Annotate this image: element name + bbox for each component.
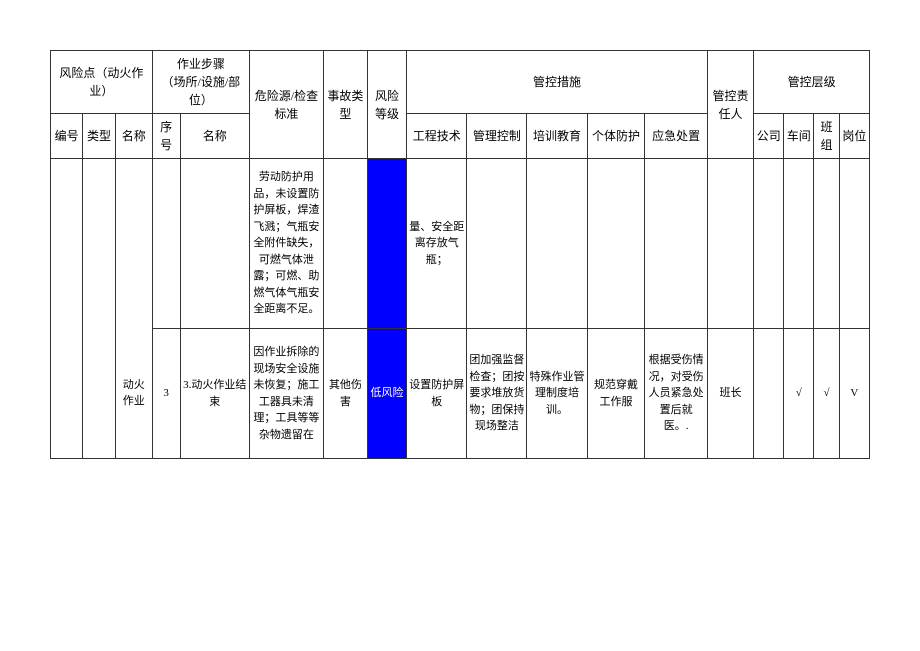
cell-num	[51, 329, 83, 459]
cell-ppe: 规范穿戴工作服	[587, 329, 645, 459]
cell-type	[83, 329, 115, 459]
hdr-company: 公司	[754, 114, 784, 159]
table-row: 动火作业 3 3.动火作业结束 因作业拆除的现场安全设施未恢复；施工工器具未清理…	[51, 329, 870, 459]
cell-seq: 3	[152, 329, 180, 459]
hdr-train: 培训教育	[527, 114, 587, 159]
hdr-num: 编号	[51, 114, 83, 159]
hdr-post: 岗位	[839, 114, 869, 159]
cell-emerg	[645, 159, 708, 329]
hdr-control-measures: 管控措施	[407, 51, 708, 114]
cell-post: V	[839, 329, 869, 459]
hdr-eng: 工程技术	[407, 114, 467, 159]
hdr-risk-level: 风险等级	[367, 51, 406, 159]
table-header: 风险点（动火作业） 作业步骤 （场所/设施/部位） 危险源/检查标准 事故类型 …	[51, 51, 870, 159]
cell-team	[814, 159, 839, 329]
cell-hazard: 劳动防护用品，未设置防护屏板，焊渣飞溅；气瓶安全附件缺失，可燃气体泄露；可燃、助…	[249, 159, 323, 329]
hdr-hazard: 危险源/检查标准	[249, 51, 323, 159]
hdr-step-name: 名称	[180, 114, 249, 159]
cell-team: √	[814, 329, 839, 459]
table-row-partial: 劳动防护用品，未设置防护屏板，焊渣飞溅；气瓶安全附件缺失，可燃气体泄露；可燃、助…	[51, 159, 870, 329]
cell-num	[51, 159, 83, 329]
cell-train	[527, 159, 587, 329]
hdr-workshop: 车间	[784, 114, 814, 159]
cell-hazard: 因作业拆除的现场安全设施未恢复；施工工器具未清理；工具等等杂物遗留在	[249, 329, 323, 459]
hdr-name: 名称	[115, 114, 152, 159]
cell-risk: 低风险	[367, 329, 406, 459]
hdr-work-steps: 作业步骤 （场所/设施/部位）	[152, 51, 249, 114]
cell-emerg: 根据受伤情况，对受伤人员紧急处置后就医。.	[645, 329, 708, 459]
cell-risk	[367, 159, 406, 329]
cell-seq	[152, 159, 180, 329]
cell-step	[180, 159, 249, 329]
cell-train: 特殊作业管理制度培训。	[527, 329, 587, 459]
hdr-seq: 序号	[152, 114, 180, 159]
cell-eng: 量、安全距离存放气瓶；	[407, 159, 467, 329]
cell-post	[839, 159, 869, 329]
cell-step: 3.动火作业结束	[180, 329, 249, 459]
cell-workshop: √	[784, 329, 814, 459]
hdr-type: 类型	[83, 114, 115, 159]
cell-resp: 班长	[707, 329, 753, 459]
cell-ppe	[587, 159, 645, 329]
cell-company	[754, 159, 784, 329]
hdr-control-level: 管控层级	[754, 51, 870, 114]
cell-company	[754, 329, 784, 459]
hdr-risk-point: 风险点（动火作业）	[51, 51, 153, 114]
cell-resp	[707, 159, 753, 329]
hdr-accident: 事故类型	[323, 51, 367, 159]
risk-assessment-table: 风险点（动火作业） 作业步骤 （场所/设施/部位） 危险源/检查标准 事故类型 …	[50, 50, 870, 459]
hdr-responsible: 管控责任人	[707, 51, 753, 159]
cell-mgmt: 团加强监督检查；团按要求堆放货物；团保持现场整洁	[467, 329, 527, 459]
hdr-team: 班组	[814, 114, 839, 159]
cell-workshop	[784, 159, 814, 329]
hdr-emerg: 应急处置	[645, 114, 708, 159]
cell-type	[83, 159, 115, 329]
hdr-ppe: 个体防护	[587, 114, 645, 159]
cell-accident: 其他伤害	[323, 329, 367, 459]
cell-mgmt	[467, 159, 527, 329]
hdr-mgmt: 管理控制	[467, 114, 527, 159]
cell-eng: 设置防护屏板	[407, 329, 467, 459]
cell-name	[115, 159, 152, 329]
cell-name: 动火作业	[115, 329, 152, 459]
cell-accident	[323, 159, 367, 329]
